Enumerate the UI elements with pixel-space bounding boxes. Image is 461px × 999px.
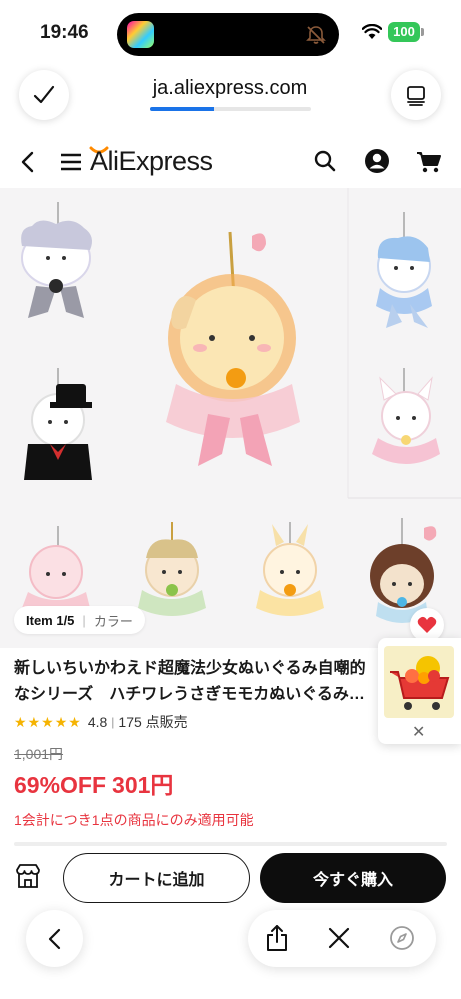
- discount-badge: 69%OFF: [14, 772, 107, 798]
- star-icon: ★: [41, 713, 54, 730]
- status-time: 19:46: [40, 22, 89, 43]
- compass-icon[interactable]: [389, 925, 415, 951]
- plush-top-left: [21, 202, 92, 318]
- close-icon[interactable]: [327, 926, 351, 950]
- site-header: AliExpress: [0, 136, 461, 188]
- purchase-limit-note: 1会計につき1点の商品にのみ適用可能: [14, 812, 254, 828]
- status-bar: 19:46 100: [0, 0, 461, 64]
- battery-tip: [421, 28, 424, 36]
- page-load-progress-fill: [150, 107, 215, 111]
- plush-bottom-3: [256, 522, 324, 616]
- star-icon: ★: [14, 713, 27, 730]
- browser-back-button[interactable]: [26, 910, 83, 967]
- sale-price-row: 69%OFF 301円: [14, 766, 173, 800]
- star-icon: ★: [68, 713, 81, 730]
- sale-price: 301円: [112, 772, 174, 798]
- plush-top-right: [376, 212, 432, 328]
- original-price: 1,001円: [14, 746, 64, 762]
- product-title: 新しいちいかわえド超魔法少女ぬいぐるみ自嘲的なシリーズ ハチワレうさぎモモカぬい…: [14, 660, 366, 703]
- plush-bottom-1: [22, 526, 90, 616]
- account-icon[interactable]: [364, 148, 390, 174]
- add-to-cart-button[interactable]: カートに追加: [63, 853, 250, 903]
- section-divider: [14, 842, 447, 846]
- mute-icon: [306, 26, 326, 44]
- url-field[interactable]: ja.aliexpress.com: [120, 77, 340, 100]
- close-floating-widget-button[interactable]: ✕: [412, 722, 425, 742]
- share-icon[interactable]: [264, 924, 290, 952]
- search-icon[interactable]: [314, 150, 336, 172]
- product-image-gallery[interactable]: Item 1/5 | カラー: [0, 188, 461, 648]
- dynamic-island: [117, 13, 339, 56]
- back-icon[interactable]: [18, 150, 38, 174]
- store-icon[interactable]: [14, 862, 42, 890]
- tabs-button[interactable]: [391, 70, 441, 120]
- browser-actions-group: [248, 910, 436, 967]
- check-icon: [33, 85, 55, 104]
- sold-count: 175 点販売: [118, 714, 188, 730]
- plush-center: [166, 231, 300, 466]
- rating-value: 4.8: [87, 714, 108, 730]
- plush-mid-left: [24, 368, 92, 480]
- plush-bottom-2: [138, 522, 206, 616]
- item-counter-badge: Item 1/5 | カラー: [14, 606, 145, 634]
- shopping-cart-image: [384, 646, 454, 718]
- tabs-icon: [407, 86, 425, 106]
- buy-now-button[interactable]: 今すぐ購入: [260, 853, 446, 903]
- badge-separator: |: [82, 612, 86, 628]
- floating-cart-widget[interactable]: ✕: [378, 638, 461, 744]
- done-button[interactable]: [19, 70, 69, 120]
- rating-separator: |: [111, 715, 115, 729]
- star-icon: ★: [27, 713, 41, 730]
- wishlist-button[interactable]: [410, 608, 444, 642]
- product-image: [21, 188, 461, 623]
- wifi-icon: [362, 24, 382, 39]
- star-icon: ★: [54, 713, 68, 730]
- cart-icon[interactable]: [416, 150, 442, 174]
- rating-stars: ★ ★ ★ ★ ★: [14, 714, 82, 731]
- back-icon: [48, 928, 60, 949]
- rating-row: ★ ★ ★ ★ ★ 4.8 | 175 点販売: [14, 712, 188, 732]
- variant-label: カラー: [93, 613, 133, 629]
- app-icon: [127, 21, 154, 48]
- aliexpress-logo[interactable]: AliExpress: [90, 146, 213, 177]
- page-load-progress: [150, 107, 311, 111]
- heart-icon: [417, 616, 437, 633]
- menu-icon[interactable]: [60, 152, 82, 172]
- battery-icon: 100: [388, 22, 420, 42]
- shopping-cart-illustration: [390, 656, 450, 710]
- plush-mid-right: [372, 368, 440, 464]
- item-index: Item 1/5: [26, 612, 75, 628]
